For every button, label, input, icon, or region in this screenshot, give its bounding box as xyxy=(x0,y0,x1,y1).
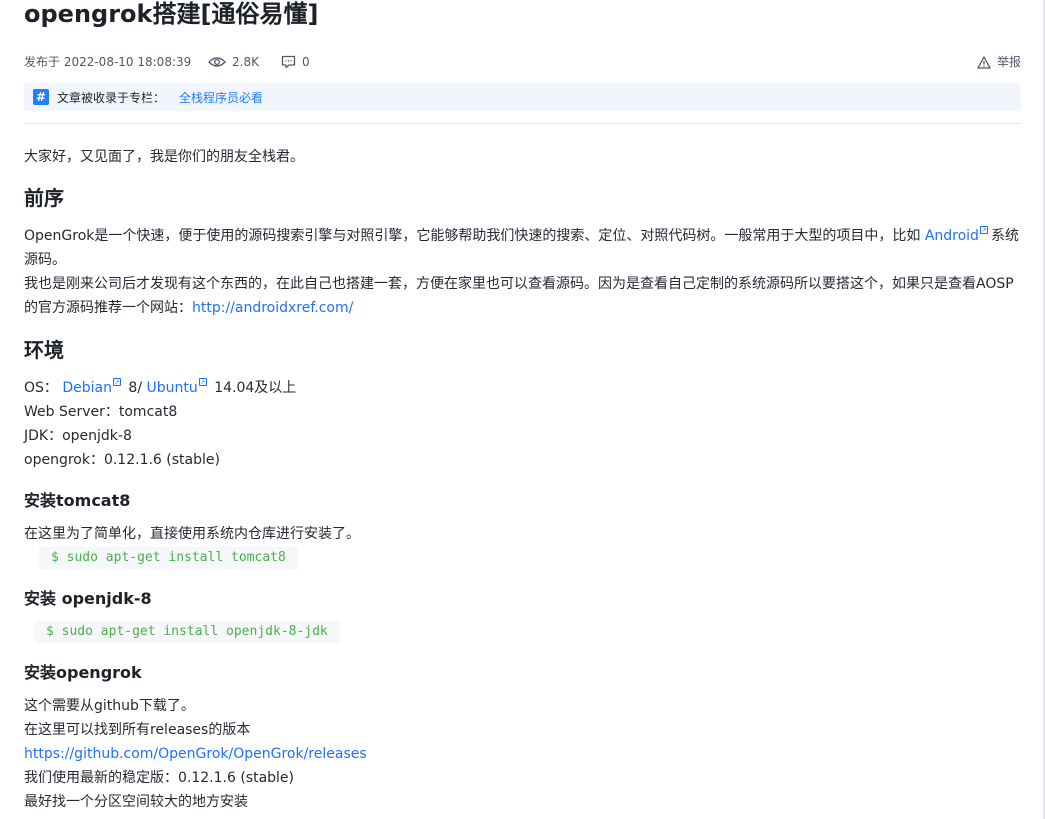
preface-paragraph-line1: OpenGrok是一个快速，便于使用的源码搜索引擎与对照引擎，它能够帮助我们快速… xyxy=(24,224,1019,248)
android-link[interactable]: Android xyxy=(925,228,979,244)
code-install-tomcat: $ sudo apt-get install tomcat8 xyxy=(39,547,298,569)
divider xyxy=(24,123,1021,124)
column-link[interactable]: 全栈程序员必看 xyxy=(179,89,263,106)
opengrok-line4: 我们使用最新的稳定版：0.12.1.6 (stable) xyxy=(24,770,295,786)
warning-icon xyxy=(977,55,991,69)
comment-count[interactable]: 0 xyxy=(281,52,310,72)
env-jdk: JDK：openjdk-8 xyxy=(24,428,132,444)
preface-text-a: OpenGrok是一个快速，便于使用的源码搜索引擎与对照引擎，它能够帮助我们快速… xyxy=(24,228,921,244)
preface-text-c: 源码。 xyxy=(24,252,66,268)
column-label: 文章被收录于专栏： xyxy=(57,90,166,105)
github-releases-link[interactable]: https://github.com/OpenGrok/OpenGrok/rel… xyxy=(24,742,367,766)
preface2-text: 的官方源码推荐一个网站： xyxy=(24,300,192,316)
os-label: OS： xyxy=(24,380,63,396)
env-web-server: Web Server：tomcat8 xyxy=(24,404,178,420)
ubuntu-link[interactable]: Ubuntu xyxy=(147,380,198,396)
opengrok-line1: 这个需要从github下载了。 xyxy=(24,698,195,714)
article-meta: 发布于 2022-08-10 18:08:39 2.8K 0 举报 xyxy=(24,52,1021,72)
external-link-icon: ↗ xyxy=(979,226,988,234)
report-button[interactable]: 举报 xyxy=(977,52,1021,72)
intro-text: 大家好，又见面了，我是你们的朋友全栈君。 xyxy=(24,149,304,165)
debian-link[interactable]: Debian xyxy=(62,380,112,396)
publish-date: 发布于 2022-08-10 18:08:39 xyxy=(24,55,192,69)
androidxref-link[interactable]: http://androidxref.com/ xyxy=(192,300,353,316)
heading-preface: 前序 xyxy=(24,186,64,210)
hashtag-icon: # xyxy=(33,89,49,105)
report-label: 举报 xyxy=(996,55,1021,69)
os-mid: 8/ xyxy=(123,380,147,396)
env-os: OS： Debian ↗ 8/ Ubuntu ↗ 14.04及以上 xyxy=(24,376,296,400)
heading-install-opengrok: 安装opengrok xyxy=(24,663,142,682)
heading-install-openjdk: 安装 openjdk-8 xyxy=(24,589,152,608)
code-install-openjdk: $ sudo apt-get install openjdk-8-jdk xyxy=(34,621,340,643)
os-tail: 14.04及以上 xyxy=(209,380,297,396)
comment-count-value: 0 xyxy=(302,55,310,69)
tomcat-text: 在这里为了简单化，直接使用系统内仓库进行安装了。 xyxy=(24,526,360,542)
view-count: 2.8K xyxy=(208,52,259,72)
comment-icon xyxy=(281,55,296,69)
preface-text-b: 系统 xyxy=(990,228,1019,244)
heading-install-tomcat: 安装tomcat8 xyxy=(24,491,131,510)
view-count-value: 2.8K xyxy=(232,55,259,69)
external-link-icon: ↗ xyxy=(198,378,207,386)
opengrok-line5: 最好找一个分区空间较大的地方安装 xyxy=(24,794,248,810)
preface-paragraph2-line2: 的官方源码推荐一个网站：http://androidxref.com/ xyxy=(24,296,353,320)
article-title: opengrok搭建[通俗易懂] xyxy=(24,0,319,28)
external-link-icon: ↗ xyxy=(112,378,121,386)
article-page: opengrok搭建[通俗易懂] 发布于 2022-08-10 18:08:39… xyxy=(0,0,1045,819)
preface-paragraph2-line1: 我也是刚来公司后才发现有这个东西的，在此自己也搭建一套，方便在家里也可以查看源码… xyxy=(24,276,1014,292)
column-bar: # 文章被收录于专栏： 全栈程序员必看 xyxy=(24,83,1021,111)
eye-icon xyxy=(208,57,226,67)
opengrok-line2: 在这里可以找到所有releases的版本 xyxy=(24,722,251,738)
heading-environment: 环境 xyxy=(24,338,64,362)
env-opengrok: opengrok：0.12.1.6 (stable) xyxy=(24,452,220,468)
